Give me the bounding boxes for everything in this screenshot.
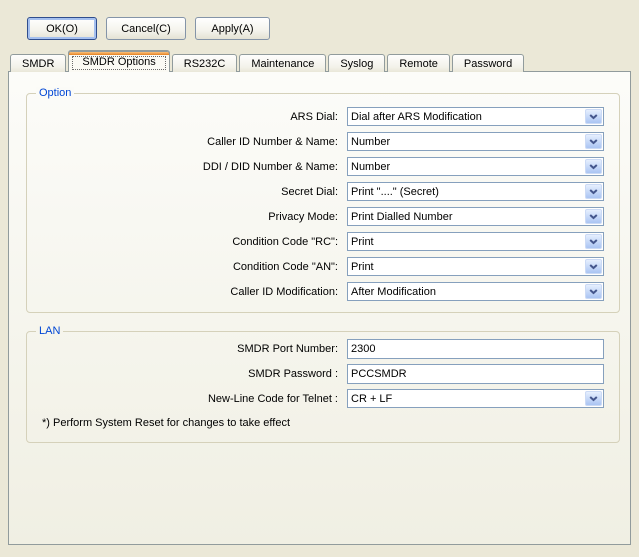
- smdr-port-number-row: SMDR Port Number:: [27, 339, 619, 358]
- option-group-title: Option: [36, 87, 74, 99]
- condition-code-rc-label: Condition Code "RC":: [27, 236, 347, 248]
- condition-code-rc-value: Print: [348, 236, 584, 248]
- condition-code-rc-row: Condition Code "RC": Print: [27, 232, 619, 251]
- smdr-password-input[interactable]: [347, 364, 604, 384]
- ars-dial-value: Dial after ARS Modification: [348, 111, 584, 123]
- tab-syslog[interactable]: Syslog: [328, 54, 385, 72]
- secret-dial-value: Print "...." (Secret): [348, 186, 584, 198]
- newline-code-telnet-value: CR + LF: [348, 393, 584, 405]
- caller-id-modification-select[interactable]: After Modification: [347, 282, 604, 301]
- tab-rs232c[interactable]: RS232C: [172, 54, 238, 72]
- tab-smdr-options[interactable]: SMDR Options: [68, 50, 169, 72]
- ok-button[interactable]: OK(O): [27, 17, 97, 40]
- privacy-mode-row: Privacy Mode: Print Dialled Number: [27, 207, 619, 226]
- chevron-down-icon[interactable]: [585, 234, 602, 249]
- lan-group-title: LAN: [36, 325, 63, 337]
- chevron-down-icon[interactable]: [585, 159, 602, 174]
- privacy-mode-label: Privacy Mode:: [27, 211, 347, 223]
- tab-remote[interactable]: Remote: [387, 54, 450, 72]
- ddi-did-number-name-select[interactable]: Number: [347, 157, 604, 176]
- condition-code-an-select[interactable]: Print: [347, 257, 604, 276]
- lan-group-box: LAN SMDR Port Number: SMDR Password : Ne…: [26, 331, 620, 443]
- ars-dial-row: ARS Dial: Dial after ARS Modification: [27, 107, 619, 126]
- option-group-box: Option ARS Dial: Dial after ARS Modifica…: [26, 93, 620, 313]
- ddi-did-number-name-value: Number: [348, 161, 584, 173]
- chevron-down-icon[interactable]: [585, 134, 602, 149]
- caller-id-modification-label: Caller ID Modification:: [27, 286, 347, 298]
- tab-smdr-options-label: SMDR Options: [82, 56, 155, 68]
- apply-button[interactable]: Apply(A): [195, 17, 270, 40]
- tab-strip: SMDR SMDR Options RS232C Maintenance Sys…: [10, 50, 526, 72]
- tab-smdr[interactable]: SMDR: [10, 54, 66, 72]
- chevron-down-icon[interactable]: [585, 209, 602, 224]
- privacy-mode-select[interactable]: Print Dialled Number: [347, 207, 604, 226]
- ars-dial-select[interactable]: Dial after ARS Modification: [347, 107, 604, 126]
- smdr-password-row: SMDR Password :: [27, 364, 619, 383]
- ddi-did-number-name-label: DDI / DID Number & Name:: [27, 161, 347, 173]
- ddi-did-number-name-row: DDI / DID Number & Name: Number: [27, 157, 619, 176]
- condition-code-rc-select[interactable]: Print: [347, 232, 604, 251]
- condition-code-an-value: Print: [348, 261, 584, 273]
- smdr-password-label: SMDR Password :: [27, 368, 347, 380]
- secret-dial-row: Secret Dial: Print "...." (Secret): [27, 182, 619, 201]
- system-reset-note: *) Perform System Reset for changes to t…: [42, 417, 619, 429]
- smdr-options-tab-panel: Option ARS Dial: Dial after ARS Modifica…: [8, 71, 631, 545]
- caller-id-modification-value: After Modification: [348, 286, 584, 298]
- tab-password[interactable]: Password: [452, 54, 524, 72]
- chevron-down-icon[interactable]: [585, 391, 602, 406]
- chevron-down-icon[interactable]: [585, 284, 602, 299]
- newline-code-telnet-label: New-Line Code for Telnet :: [27, 393, 347, 405]
- chevron-down-icon[interactable]: [585, 259, 602, 274]
- smdr-port-number-label: SMDR Port Number:: [27, 343, 347, 355]
- chevron-down-icon[interactable]: [585, 109, 602, 124]
- caller-id-number-name-label: Caller ID Number & Name:: [27, 136, 347, 148]
- newline-code-telnet-row: New-Line Code for Telnet : CR + LF: [27, 389, 619, 408]
- newline-code-telnet-select[interactable]: CR + LF: [347, 389, 604, 408]
- secret-dial-label: Secret Dial:: [27, 186, 347, 198]
- condition-code-an-label: Condition Code "AN":: [27, 261, 347, 273]
- tab-maintenance[interactable]: Maintenance: [239, 54, 326, 72]
- privacy-mode-value: Print Dialled Number: [348, 211, 584, 223]
- ars-dial-label: ARS Dial:: [27, 111, 347, 123]
- chevron-down-icon[interactable]: [585, 184, 602, 199]
- action-button-bar: OK(O) Cancel(C) Apply(A): [27, 17, 270, 40]
- cancel-button[interactable]: Cancel(C): [106, 17, 186, 40]
- caller-id-modification-row: Caller ID Modification: After Modificati…: [27, 282, 619, 301]
- caller-id-number-name-row: Caller ID Number & Name: Number: [27, 132, 619, 151]
- caller-id-number-name-select[interactable]: Number: [347, 132, 604, 151]
- smdr-port-number-input[interactable]: [347, 339, 604, 359]
- condition-code-an-row: Condition Code "AN": Print: [27, 257, 619, 276]
- caller-id-number-name-value: Number: [348, 136, 584, 148]
- secret-dial-select[interactable]: Print "...." (Secret): [347, 182, 604, 201]
